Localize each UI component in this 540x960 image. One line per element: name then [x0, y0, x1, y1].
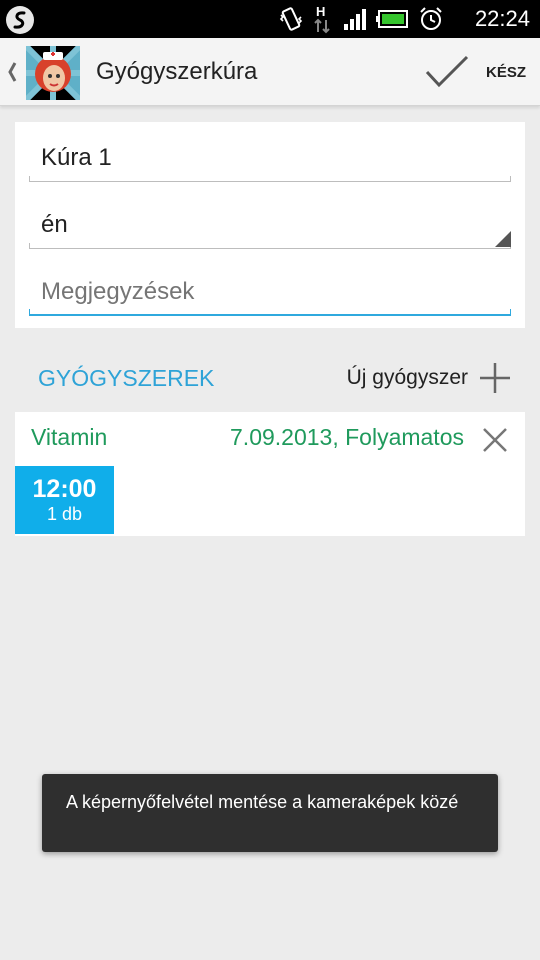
person-value: én	[41, 211, 68, 238]
battery-icon	[376, 10, 408, 28]
network-label: H	[316, 4, 325, 19]
app-notification-icon	[6, 6, 34, 34]
network-h-icon: H	[314, 4, 330, 34]
signal-icon	[344, 9, 366, 30]
medicine-schedule: 7.09.2013, Folyamatos	[230, 424, 464, 450]
field-underline	[29, 243, 511, 249]
screen-title: Gyógyszerkúra	[96, 58, 258, 85]
dose-quantity: 1 db	[46, 504, 83, 524]
add-medicine-button[interactable]: Új gyógyszer	[347, 356, 512, 400]
done-button[interactable]: KÉSZ	[424, 44, 526, 100]
person-spinner[interactable]: én	[29, 199, 511, 249]
field-underline-focused	[29, 309, 511, 316]
dose-item[interactable]: 12:00 1 db	[15, 466, 114, 534]
notes-field[interactable]	[29, 266, 511, 316]
action-bar: Gyógyszerkúra KÉSZ	[0, 38, 540, 106]
status-time: 22:24	[474, 6, 530, 31]
plus-icon	[480, 363, 510, 393]
vibrate-icon	[279, 7, 303, 31]
medicine-name: Vitamin	[31, 424, 108, 450]
done-label: KÉSZ	[485, 63, 526, 81]
checkmark-icon	[425, 55, 469, 88]
toast: A képernyőfelvétel mentése a kameraképek…	[42, 774, 498, 852]
status-icons: H	[278, 3, 444, 35]
field-underline	[29, 176, 511, 182]
dose-time: 12:00	[32, 475, 97, 503]
alarm-icon	[420, 7, 442, 30]
app-avatar-icon[interactable]	[26, 46, 80, 100]
close-icon[interactable]	[481, 426, 509, 454]
add-medicine-label: Új gyógyszer	[346, 366, 468, 389]
back-caret-icon[interactable]	[7, 60, 17, 84]
notes-input[interactable]	[41, 278, 501, 306]
form-card: Kúra 1 én	[15, 122, 525, 328]
cure-name-field[interactable]: Kúra 1	[29, 132, 511, 182]
status-bar: H 22:24	[0, 0, 540, 38]
medicines-section-title: GYÓGYSZEREK	[38, 365, 215, 391]
medicine-card[interactable]: Vitamin 7.09.2013, Folyamatos 12:00 1 db	[15, 412, 525, 536]
toast-message: A képernyőfelvétel mentése a kameraképek…	[66, 792, 459, 812]
spinner-arrow-icon	[495, 231, 511, 247]
cure-name-value: Kúra 1	[41, 144, 112, 171]
